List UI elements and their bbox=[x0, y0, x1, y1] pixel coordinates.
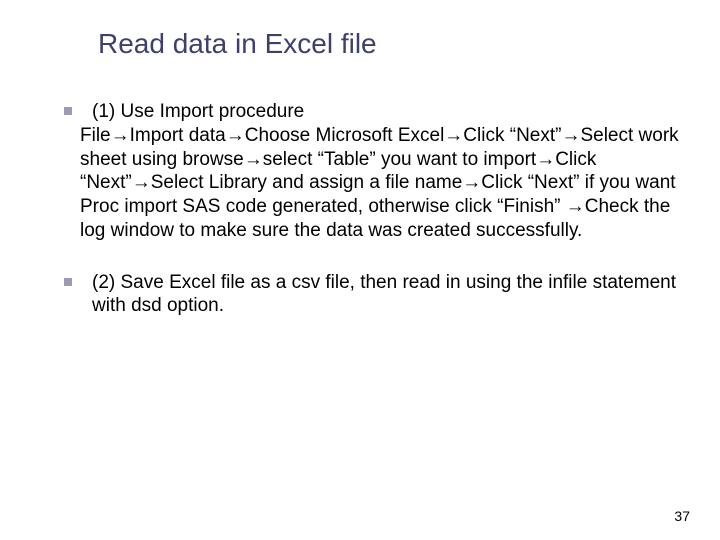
slide-title: Read data in Excel file bbox=[98, 28, 377, 60]
slide: Read data in Excel file (1) Use Import p… bbox=[0, 0, 720, 540]
square-bullet-icon bbox=[64, 278, 72, 286]
bullet-item: (1) Use Import procedure File→Import dat… bbox=[60, 100, 680, 243]
page-number: 37 bbox=[674, 508, 690, 524]
bullet-item: (2) Save Excel file as a csv file, then … bbox=[60, 271, 680, 319]
bullet-lead-text: (2) Save Excel file as a csv file, then … bbox=[92, 271, 680, 319]
bullet-continuation-text: File→Import data→Choose Microsoft Excel→… bbox=[80, 124, 680, 243]
slide-body: (1) Use Import procedure File→Import dat… bbox=[60, 100, 680, 346]
bullet-lead-text: (1) Use Import procedure bbox=[92, 100, 680, 124]
square-bullet-icon bbox=[64, 107, 72, 115]
